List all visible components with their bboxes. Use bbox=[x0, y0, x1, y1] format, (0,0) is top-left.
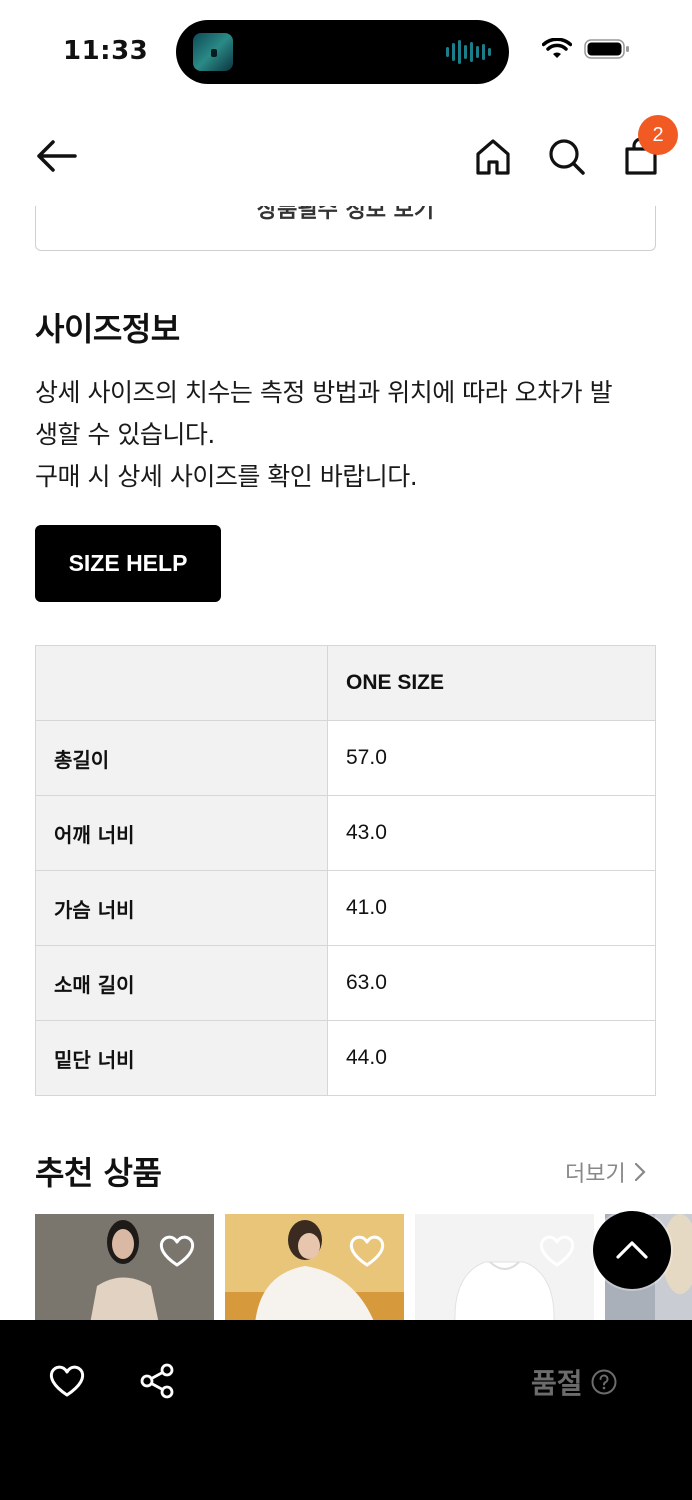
size-info-description: 상세 사이즈의 치수는 측정 방법과 위치에 따라 오차가 발 생할 수 있습니… bbox=[35, 372, 665, 498]
product-info-label: 상품필수 정보 보기 bbox=[256, 206, 435, 223]
recommended-title: 추천 상품 bbox=[35, 1154, 162, 1192]
scroll-to-top-button[interactable] bbox=[593, 1211, 671, 1289]
heart-icon[interactable] bbox=[348, 1234, 386, 1268]
table-row: 밑단 너비 44.0 bbox=[35, 1020, 656, 1096]
row-label: 소매 길이 bbox=[35, 945, 328, 1021]
home-icon[interactable] bbox=[475, 138, 511, 176]
table-header-row: ONE SIZE bbox=[35, 645, 656, 721]
wifi-icon bbox=[542, 38, 572, 58]
table-row: 총길이 57.0 bbox=[35, 720, 656, 796]
product-info-button[interactable]: 상품필수 정보 보기 bbox=[35, 206, 656, 251]
soldout-label: 품절 bbox=[531, 1367, 583, 1400]
row-label: 어깨 너비 bbox=[35, 795, 328, 871]
recommended-carousel[interactable] bbox=[35, 1214, 692, 1324]
product-card[interactable] bbox=[415, 1214, 594, 1324]
heart-icon[interactable] bbox=[538, 1234, 576, 1268]
now-playing-artwork bbox=[193, 33, 233, 71]
row-label: 총길이 bbox=[35, 720, 328, 796]
row-value: 44.0 bbox=[327, 1020, 656, 1096]
status-indicators bbox=[542, 38, 630, 60]
bottom-action-bar: 품절 bbox=[0, 1320, 692, 1500]
table-row: 어깨 너비 43.0 bbox=[35, 795, 656, 871]
table-header-cell bbox=[35, 645, 328, 721]
product-image bbox=[225, 1214, 404, 1324]
row-label: 밑단 너비 bbox=[35, 1020, 328, 1096]
description-line: 상세 사이즈의 치수는 측정 방법과 위치에 따라 오차가 발 bbox=[35, 378, 613, 407]
row-value: 41.0 bbox=[327, 870, 656, 946]
heart-icon[interactable] bbox=[158, 1234, 196, 1268]
back-arrow-icon[interactable] bbox=[35, 138, 77, 174]
table-row: 소매 길이 63.0 bbox=[35, 945, 656, 1021]
row-value: 57.0 bbox=[327, 720, 656, 796]
cart-count-badge: 2 bbox=[638, 115, 678, 155]
table-header-cell: ONE SIZE bbox=[327, 645, 656, 721]
dynamic-island bbox=[176, 20, 509, 84]
more-link-label: 더보기 bbox=[565, 1162, 626, 1187]
row-value: 63.0 bbox=[327, 945, 656, 1021]
share-icon[interactable] bbox=[139, 1363, 175, 1399]
battery-icon bbox=[584, 39, 629, 59]
wishlist-heart-icon[interactable] bbox=[48, 1364, 86, 1398]
row-label: 가슴 너비 bbox=[35, 870, 328, 946]
soldout-status: 품절 bbox=[531, 1362, 617, 1402]
help-circle-icon[interactable] bbox=[591, 1369, 617, 1395]
size-help-button[interactable]: SIZE HELP bbox=[35, 525, 221, 602]
description-line: 구매 시 상세 사이즈를 확인 바랍니다. bbox=[35, 462, 418, 491]
size-table: ONE SIZE 총길이 57.0 어깨 너비 43.0 가슴 너비 41.0 … bbox=[35, 645, 656, 1096]
description-line: 생할 수 있습니다. bbox=[35, 420, 215, 449]
more-link[interactable]: 더보기 bbox=[565, 1156, 646, 1188]
chevron-right-icon bbox=[634, 1162, 646, 1182]
top-navigation bbox=[0, 110, 692, 206]
status-time: 11:33 bbox=[63, 36, 149, 66]
product-image bbox=[35, 1214, 214, 1324]
chevron-up-icon bbox=[616, 1241, 648, 1259]
product-card[interactable] bbox=[35, 1214, 214, 1324]
row-value: 43.0 bbox=[327, 795, 656, 871]
audio-waveform-icon bbox=[446, 40, 491, 64]
table-row: 가슴 너비 41.0 bbox=[35, 870, 656, 946]
product-image bbox=[415, 1214, 594, 1324]
size-info-title: 사이즈정보 bbox=[35, 310, 180, 348]
search-icon[interactable] bbox=[548, 138, 586, 176]
product-card[interactable] bbox=[225, 1214, 404, 1324]
